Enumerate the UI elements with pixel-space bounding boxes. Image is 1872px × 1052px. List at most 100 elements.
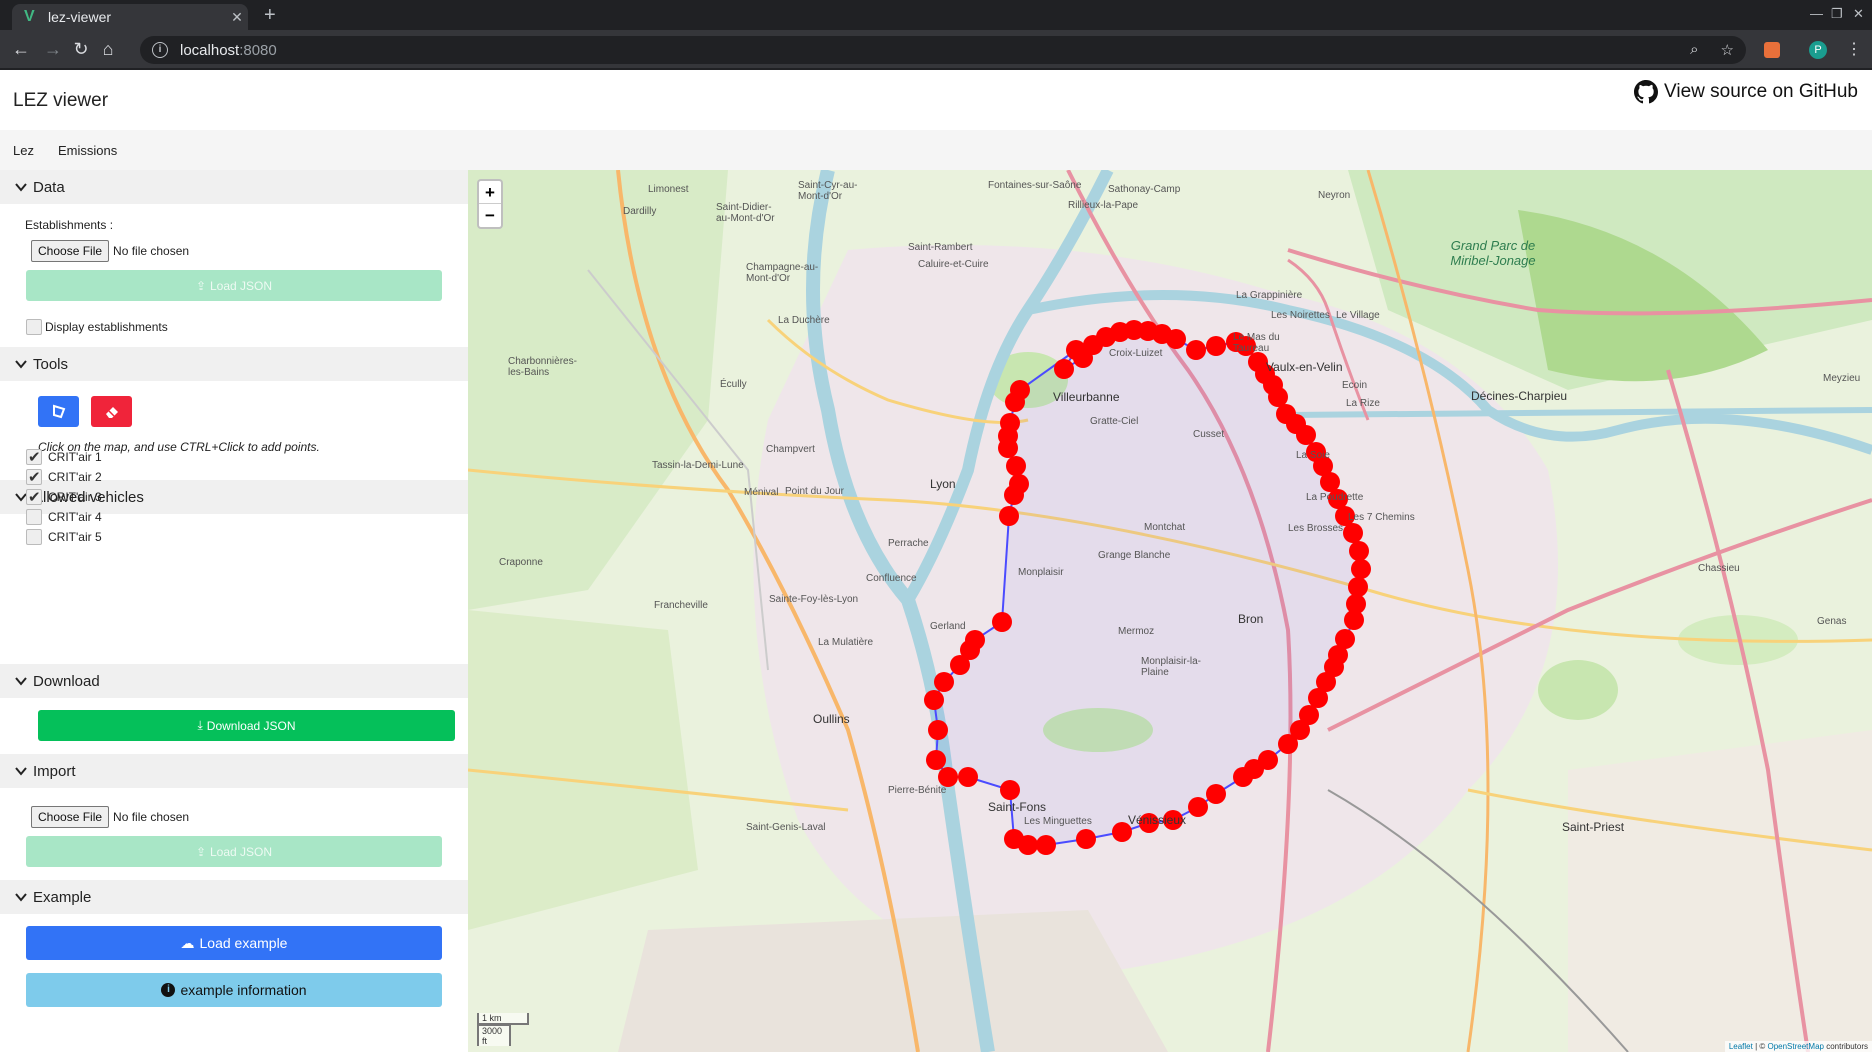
map-tiles[interactable] bbox=[468, 170, 1872, 1052]
lez-point[interactable] bbox=[1009, 474, 1029, 494]
lez-point[interactable] bbox=[1054, 359, 1074, 379]
lez-point[interactable] bbox=[1000, 780, 1020, 800]
map-label-la-poudrette: La Poudrette bbox=[1306, 492, 1364, 503]
attribution-separator: | © bbox=[1752, 1042, 1768, 1051]
lez-point[interactable] bbox=[1344, 610, 1364, 630]
forward-icon[interactable]: → bbox=[43, 39, 63, 59]
establishments-file-input[interactable]: Choose File No file chosen bbox=[31, 240, 189, 262]
import-load-json-button[interactable]: ⇪ Load JSON bbox=[26, 836, 442, 867]
lez-point[interactable] bbox=[938, 767, 958, 787]
download-icon: ⤓ bbox=[197, 718, 203, 732]
lez-point[interactable] bbox=[924, 690, 944, 710]
lez-point[interactable] bbox=[992, 612, 1012, 632]
section-tools-title: Tools bbox=[33, 355, 69, 373]
section-tools-header[interactable]: Tools bbox=[0, 347, 468, 381]
lez-point[interactable] bbox=[1343, 523, 1363, 543]
section-import-header[interactable]: Import bbox=[0, 754, 468, 788]
home-icon[interactable]: ⌂ bbox=[98, 39, 118, 59]
map-label-meyzieu: Meyzieu bbox=[1823, 373, 1861, 384]
lez-point[interactable] bbox=[1320, 472, 1340, 492]
section-download-header[interactable]: Download bbox=[0, 664, 468, 698]
map-label-menival: Ménival bbox=[744, 487, 779, 498]
tab-emissions[interactable]: Emissions bbox=[58, 143, 117, 158]
reload-icon[interactable]: ↻ bbox=[71, 39, 91, 59]
map-label-st-cyr: Saint-Cyr-au-Mont-d'Or bbox=[798, 180, 858, 202]
display-establishments-checkbox[interactable] bbox=[26, 319, 42, 335]
url-port: :8080 bbox=[239, 41, 277, 59]
lez-point[interactable] bbox=[999, 506, 1019, 526]
lez-point[interactable] bbox=[1036, 835, 1056, 855]
lez-point[interactable] bbox=[1186, 340, 1206, 360]
lez-point[interactable] bbox=[928, 720, 948, 740]
chevron-down-icon bbox=[15, 360, 27, 369]
leaflet-link[interactable]: Leaflet bbox=[1729, 1042, 1753, 1051]
restore-icon[interactable]: ❐ bbox=[1831, 6, 1843, 22]
lez-point[interactable] bbox=[1278, 734, 1298, 754]
tab-close-icon[interactable]: ✕ bbox=[226, 9, 248, 26]
map[interactable]: Lyon Villeurbanne Caluire-et-Cuire Écull… bbox=[468, 170, 1872, 1052]
section-data-header[interactable]: Data bbox=[0, 170, 468, 204]
crit-air-checkbox[interactable] bbox=[26, 488, 42, 506]
lez-point[interactable] bbox=[1000, 413, 1020, 433]
lez-point[interactable] bbox=[958, 767, 978, 787]
draw-polygon-button[interactable] bbox=[38, 396, 79, 427]
lez-point[interactable] bbox=[1010, 380, 1030, 400]
lez-point[interactable] bbox=[1308, 688, 1328, 708]
site-info-icon[interactable]: i bbox=[152, 42, 168, 58]
section-example-header[interactable]: Example bbox=[0, 880, 468, 914]
browser-menu-icon[interactable]: ⋮ bbox=[1846, 39, 1862, 59]
lez-point[interactable] bbox=[1296, 425, 1316, 445]
import-file-input[interactable]: Choose File No file chosen bbox=[31, 806, 189, 828]
crit-air-checkbox[interactable] bbox=[26, 468, 42, 486]
map-label-villeurbanne: Villeurbanne bbox=[1053, 390, 1120, 404]
lez-point[interactable] bbox=[1233, 767, 1253, 787]
crit-air-checkbox[interactable] bbox=[26, 448, 42, 466]
lez-point[interactable] bbox=[1166, 329, 1186, 349]
osm-link[interactable]: OpenStreetMap bbox=[1767, 1042, 1823, 1051]
app-header: LEZ viewer View source on GitHub bbox=[0, 70, 1872, 130]
browser-tab[interactable]: V lez-viewer ✕ bbox=[12, 4, 248, 30]
github-link[interactable]: View source on GitHub bbox=[1634, 80, 1858, 104]
new-tab-icon[interactable]: + bbox=[264, 4, 276, 27]
lez-point[interactable] bbox=[1006, 456, 1026, 476]
load-json-button[interactable]: ⇪ Load JSON bbox=[26, 270, 442, 301]
eraser-button[interactable] bbox=[91, 396, 132, 427]
window-close-icon[interactable]: ✕ bbox=[1853, 6, 1864, 22]
map-label-champvert: Champvert bbox=[766, 444, 815, 455]
choose-file-button[interactable]: Choose File bbox=[31, 240, 110, 262]
lez-point[interactable] bbox=[1206, 784, 1226, 804]
load-example-button[interactable]: ☁ Load example bbox=[26, 926, 442, 960]
minimize-icon[interactable]: — bbox=[1810, 6, 1823, 21]
zoom-in-button[interactable]: + bbox=[479, 181, 501, 204]
lez-point[interactable] bbox=[1351, 559, 1371, 579]
lez-point[interactable] bbox=[1206, 336, 1226, 356]
attribution-tail: contributors bbox=[1823, 1042, 1868, 1051]
zoom-icon[interactable]: ⌕ bbox=[1690, 41, 1698, 59]
map-label-la-rize: La Rize bbox=[1346, 398, 1380, 409]
lez-point[interactable] bbox=[926, 750, 946, 770]
crit-air-checkbox[interactable] bbox=[26, 509, 42, 525]
lez-point[interactable] bbox=[965, 630, 985, 650]
example-information-button[interactable]: i example information bbox=[26, 973, 442, 1007]
map-label-saint-priest: Saint-Priest bbox=[1562, 820, 1625, 834]
import-choose-file-button[interactable]: Choose File bbox=[31, 806, 110, 828]
lez-point[interactable] bbox=[1076, 829, 1096, 849]
map-label-gerland: Gerland bbox=[930, 621, 966, 632]
crit-air-checkbox[interactable] bbox=[26, 529, 42, 545]
zoom-out-button[interactable]: − bbox=[479, 204, 501, 227]
lez-point[interactable] bbox=[1348, 577, 1368, 597]
establishments-label: Establishments : bbox=[25, 218, 114, 232]
lez-point[interactable] bbox=[1349, 541, 1369, 561]
profile-avatar[interactable]: P bbox=[1809, 41, 1827, 59]
lez-point[interactable] bbox=[1004, 829, 1024, 849]
extension-icon[interactable] bbox=[1764, 42, 1780, 58]
download-json-button[interactable]: ⤓ Download JSON bbox=[38, 710, 455, 741]
bookmark-star-icon[interactable]: ☆ bbox=[1721, 41, 1734, 59]
lez-point[interactable] bbox=[934, 672, 954, 692]
lez-point[interactable] bbox=[1188, 797, 1208, 817]
back-icon[interactable]: ← bbox=[11, 39, 31, 59]
tab-lez[interactable]: Lez bbox=[13, 143, 34, 158]
address-bar[interactable]: i localhost :8080 ⌕ ☆ bbox=[140, 36, 1746, 64]
lez-point[interactable] bbox=[1268, 387, 1288, 407]
map-label-noirettes: Les Noirettes bbox=[1271, 310, 1330, 321]
